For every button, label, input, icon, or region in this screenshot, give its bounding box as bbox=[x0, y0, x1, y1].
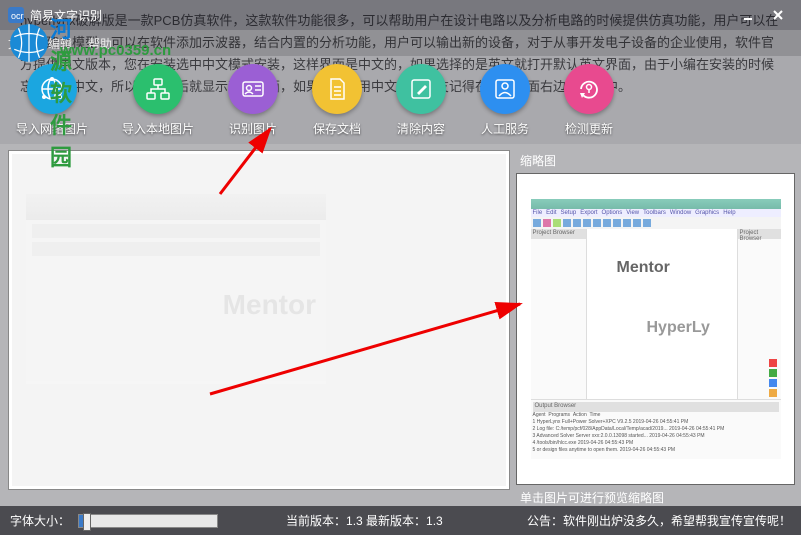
thumb-logo-mentor: Mentor bbox=[617, 259, 670, 277]
notice-text: 公告：软件刚出炉没多久，希望帮我宣传宣传呢！ bbox=[527, 512, 791, 529]
faded-background-screenshot: Mentor bbox=[26, 194, 326, 384]
font-size-label: 字体大小： bbox=[10, 512, 70, 529]
thumbnail-caption: 单击图片可进行预览缩略图 bbox=[520, 489, 795, 506]
network-icon bbox=[144, 75, 172, 103]
thumbnail-image: File Edit Setup Export Options View Tool… bbox=[531, 199, 781, 459]
thumb-menu-item: Setup bbox=[561, 210, 577, 216]
edit-icon bbox=[407, 75, 435, 103]
thumb-project-browser-r: Project Browser bbox=[738, 229, 781, 239]
check-update-button[interactable]: 检测更新 bbox=[564, 64, 614, 137]
thumb-menu-item: Edit bbox=[546, 210, 556, 216]
recognize-button[interactable]: 识别图片 bbox=[228, 64, 278, 137]
svg-text:ocr: ocr bbox=[11, 11, 24, 21]
thumb-menu-item: File bbox=[533, 210, 543, 216]
minimize-button[interactable] bbox=[733, 0, 763, 30]
watermark-url: www.pc0359.cn bbox=[60, 42, 171, 59]
save-document-button[interactable]: 保存文档 bbox=[312, 64, 362, 137]
thumb-menu-item: Options bbox=[602, 210, 623, 216]
person-icon bbox=[491, 75, 519, 103]
thumb-menu-item: Window bbox=[670, 210, 691, 216]
thumb-output-table: Agent Programs Action Time 1 HyperLynx F… bbox=[533, 412, 779, 454]
manual-service-button[interactable]: 人工服务 bbox=[480, 64, 530, 137]
toolbar: 导入网络图片 导入本地图片 识别图片 保存文档 清除内容 人工服务 检测更新 bbox=[0, 56, 801, 144]
clear-content-button[interactable]: 清除内容 bbox=[396, 64, 446, 137]
close-button[interactable] bbox=[763, 0, 793, 30]
refresh-location-icon bbox=[575, 75, 603, 103]
import-local-image-button[interactable]: 导入本地图片 bbox=[122, 64, 194, 137]
main-text-panel[interactable]: Mentor bbox=[8, 150, 510, 490]
thumb-output-browser: Output Browser bbox=[533, 402, 779, 412]
import-local-label: 导入本地图片 bbox=[122, 120, 194, 137]
thumb-menu-item: Toolbars bbox=[643, 210, 666, 216]
id-card-icon bbox=[239, 75, 267, 103]
thumb-project-browser: Project Browser bbox=[531, 229, 586, 239]
content-area: Mentor 缩略图 File Edit Setup Export Option… bbox=[0, 144, 801, 506]
titlebar: ocr 简易文字识别 bbox=[0, 0, 801, 30]
clear-label: 清除内容 bbox=[397, 120, 445, 137]
recognize-label: 识别图片 bbox=[229, 120, 277, 137]
save-doc-label: 保存文档 bbox=[313, 120, 361, 137]
thumb-menu-item: Help bbox=[723, 210, 735, 216]
thumbnail-preview[interactable]: File Edit Setup Export Options View Tool… bbox=[516, 173, 795, 485]
watermark-text-1: 河 bbox=[50, 17, 72, 42]
thumb-menu-item: View bbox=[626, 210, 639, 216]
document-icon bbox=[323, 75, 351, 103]
thumb-menu-item: Export bbox=[580, 210, 597, 216]
statusbar: 字体大小： 当前版本：1.3 最新版本：1.3 公告：软件刚出炉没多久，希望帮我… bbox=[0, 506, 801, 535]
service-label: 人工服务 bbox=[481, 120, 529, 137]
watermark-globe-icon bbox=[8, 22, 50, 64]
thumbnail-heading: 缩略图 bbox=[520, 152, 795, 169]
thumbnail-panel: 缩略图 File Edit Setup Export Options View … bbox=[516, 150, 795, 506]
font-size-slider[interactable] bbox=[78, 514, 218, 528]
thumb-logo-hyperlynx: HyperLy bbox=[647, 319, 710, 337]
watermark-text-2: 源软件园 bbox=[50, 49, 72, 170]
update-label: 检测更新 bbox=[565, 120, 613, 137]
app-window: ocr 简易文字识别 文件 编辑 帮助 导入网络图片 导入本地图片 识别图片 保… bbox=[0, 0, 801, 535]
thumb-menu-item: Graphics bbox=[695, 210, 719, 216]
app-icon: ocr bbox=[8, 7, 24, 23]
version-text: 当前版本：1.3 最新版本：1.3 bbox=[286, 512, 443, 529]
